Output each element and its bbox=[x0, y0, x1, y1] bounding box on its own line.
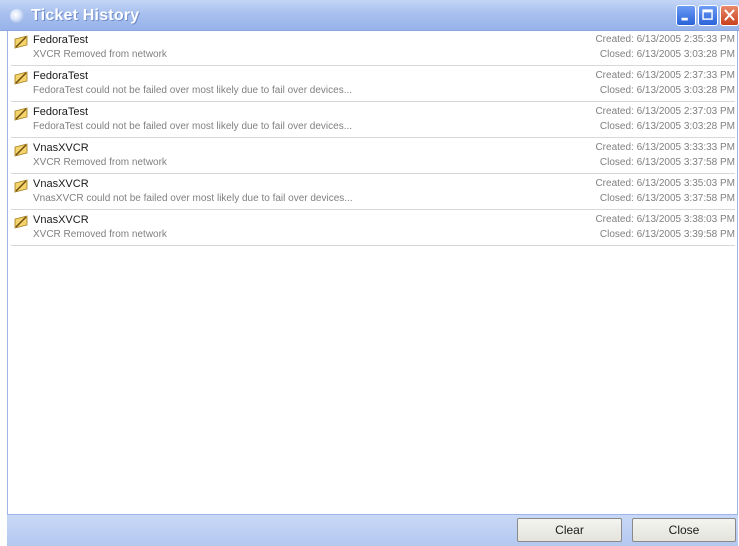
ticket-closed: Closed: 6/13/2005 3:03:28 PM bbox=[599, 121, 735, 132]
ticket-name: VnasXVCR bbox=[33, 142, 89, 154]
ticket-name: FedoraTest bbox=[33, 106, 89, 118]
ticket-message: VnasXVCR could not be failed over most l… bbox=[33, 193, 353, 204]
ticket-message: FedoraTest could not be failed over most… bbox=[33, 121, 353, 132]
ticket-icon bbox=[14, 179, 28, 193]
ticket-created: Created: 6/13/2005 2:37:33 PM bbox=[595, 70, 735, 81]
ticket-icon bbox=[14, 143, 28, 157]
ticket-message: XVCR Removed from network bbox=[33, 157, 167, 168]
ticket-created: Created: 6/13/2005 3:35:03 PM bbox=[595, 178, 735, 189]
ticket-closed: Closed: 6/13/2005 3:37:58 PM bbox=[599, 157, 735, 168]
ticket-created: Created: 6/13/2005 3:33:33 PM bbox=[595, 142, 735, 153]
ticket-closed: Closed: 6/13/2005 3:39:58 PM bbox=[599, 229, 735, 240]
ticket-message: XVCR Removed from network bbox=[33, 229, 167, 240]
ticket-icon bbox=[14, 71, 28, 85]
ticket-created: Created: 6/13/2005 2:35:33 PM bbox=[595, 34, 735, 45]
maximize-icon bbox=[702, 9, 713, 20]
window-title: Ticket History bbox=[31, 7, 140, 24]
close-icon bbox=[724, 9, 735, 21]
ticket-created: Created: 6/13/2005 3:38:03 PM bbox=[595, 214, 735, 225]
title-bar[interactable]: Ticket History bbox=[0, 0, 739, 31]
maximize-button[interactable] bbox=[698, 5, 718, 26]
footer-bar: Clear Close bbox=[7, 514, 738, 546]
ticket-name: FedoraTest bbox=[33, 34, 89, 46]
ticket-row[interactable]: VnasXVCR XVCR Removed from network Creat… bbox=[11, 211, 735, 246]
close-button[interactable]: Close bbox=[632, 518, 736, 542]
ticket-closed: Closed: 6/13/2005 3:03:28 PM bbox=[599, 49, 735, 60]
ticket-history-window: Ticket History FedoraTest XVCR Removed f… bbox=[0, 0, 739, 546]
ticket-icon bbox=[14, 107, 28, 121]
minimize-button[interactable] bbox=[676, 5, 696, 26]
ticket-message: FedoraTest could not be failed over most… bbox=[33, 85, 353, 96]
ticket-created: Created: 6/13/2005 2:37:03 PM bbox=[595, 106, 735, 117]
app-icon bbox=[10, 9, 24, 23]
ticket-name: VnasXVCR bbox=[33, 178, 89, 190]
minimize-icon bbox=[681, 17, 688, 21]
ticket-icon bbox=[14, 215, 28, 229]
ticket-list[interactable]: FedoraTest XVCR Removed from network Cre… bbox=[7, 31, 738, 514]
ticket-row[interactable]: FedoraTest FedoraTest could not be faile… bbox=[11, 67, 735, 102]
ticket-closed: Closed: 6/13/2005 3:37:58 PM bbox=[599, 193, 735, 204]
ticket-row[interactable]: FedoraTest FedoraTest could not be faile… bbox=[11, 103, 735, 138]
ticket-icon bbox=[14, 35, 28, 49]
ticket-row[interactable]: VnasXVCR VnasXVCR could not be failed ov… bbox=[11, 175, 735, 210]
ticket-closed: Closed: 6/13/2005 3:03:28 PM bbox=[599, 85, 735, 96]
clear-button[interactable]: Clear bbox=[517, 518, 622, 542]
ticket-name: FedoraTest bbox=[33, 70, 89, 82]
ticket-message: XVCR Removed from network bbox=[33, 49, 167, 60]
ticket-row[interactable]: VnasXVCR XVCR Removed from network Creat… bbox=[11, 139, 735, 174]
ticket-row[interactable]: FedoraTest XVCR Removed from network Cre… bbox=[11, 31, 735, 66]
close-window-button[interactable] bbox=[720, 5, 739, 26]
ticket-name: VnasXVCR bbox=[33, 214, 89, 226]
